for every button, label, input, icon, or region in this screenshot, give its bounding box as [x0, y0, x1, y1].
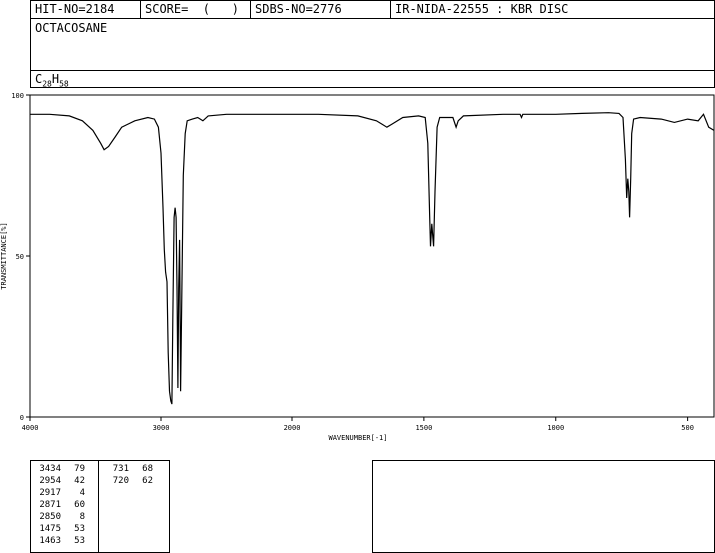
peak-row: 720 62 [99, 475, 153, 487]
plot-frame [29, 94, 715, 418]
peak-row: 2850 8 [31, 511, 85, 523]
x-tick-label: 1000 [547, 424, 564, 432]
peak-row: 2917 4 [31, 487, 85, 499]
peak-wavenumber: 3434 [39, 464, 61, 474]
peak-wavenumber: 720 [112, 476, 129, 486]
y-axis-label: TRANSMITTANCE[%] [0, 222, 8, 289]
peak-row: 1463 53 [31, 535, 85, 547]
peak-transmittance: 4 [79, 488, 85, 498]
x-tick-label: 3000 [153, 424, 170, 432]
peak-transmittance: 60 [74, 500, 85, 510]
y-tick-label: 50 [16, 253, 24, 261]
peak-row: 1475 53 [31, 523, 85, 535]
peak-wavenumber: 2954 [39, 476, 61, 486]
peak-table-panel: 3434 79 2954 42 2917 4 2871 60 2850 8 1475 53 1463 53… [30, 460, 170, 553]
peak-wavenumber: 2850 [39, 512, 61, 522]
axis-ticks: 4000 3000 2000 1500 1000 500 0 50 100 [11, 92, 694, 432]
y-tick-label: 100 [11, 92, 24, 100]
peak-row: 731 68 [99, 463, 153, 475]
peak-wavenumber: 1475 [39, 524, 61, 534]
peak-row: 3434 79 [31, 463, 85, 475]
y-tick-label: 0 [20, 414, 24, 422]
x-axis-label: WAVENUMBER[-1] [328, 434, 387, 442]
blank-panel [372, 460, 715, 553]
peak-transmittance: 62 [142, 476, 153, 486]
peak-transmittance: 53 [74, 536, 85, 546]
peak-list-1: 3434 79 2954 42 2917 4 2871 60 2850 8 1475 53 1463 53 [31, 463, 85, 547]
x-tick-label: 4000 [22, 424, 39, 432]
peak-transmittance: 53 [74, 524, 85, 534]
peak-transmittance: 42 [74, 476, 85, 486]
peak-transmittance: 79 [74, 464, 85, 474]
peak-list-2: 731 68 720 62 [99, 463, 153, 487]
x-tick-label: 500 [681, 424, 694, 432]
peak-transmittance: 68 [142, 464, 153, 474]
peak-wavenumber: 1463 [39, 536, 61, 546]
x-tick-label: 2000 [284, 424, 301, 432]
ir-spectrum-chart: 4000 3000 2000 1500 1000 500 0 50 100 WAVENUMBER… [0, 92, 715, 442]
peak-transmittance: 8 [79, 512, 85, 522]
peak-row: 2871 60 [31, 499, 85, 511]
peak-wavenumber: 731 [112, 464, 129, 474]
peak-wavenumber: 2917 [39, 488, 61, 498]
peak-row: 2954 42 [31, 475, 85, 487]
x-tick-label: 1500 [415, 424, 432, 432]
peak-wavenumber: 2871 [39, 500, 61, 510]
spectrum-line [30, 112, 715, 405]
